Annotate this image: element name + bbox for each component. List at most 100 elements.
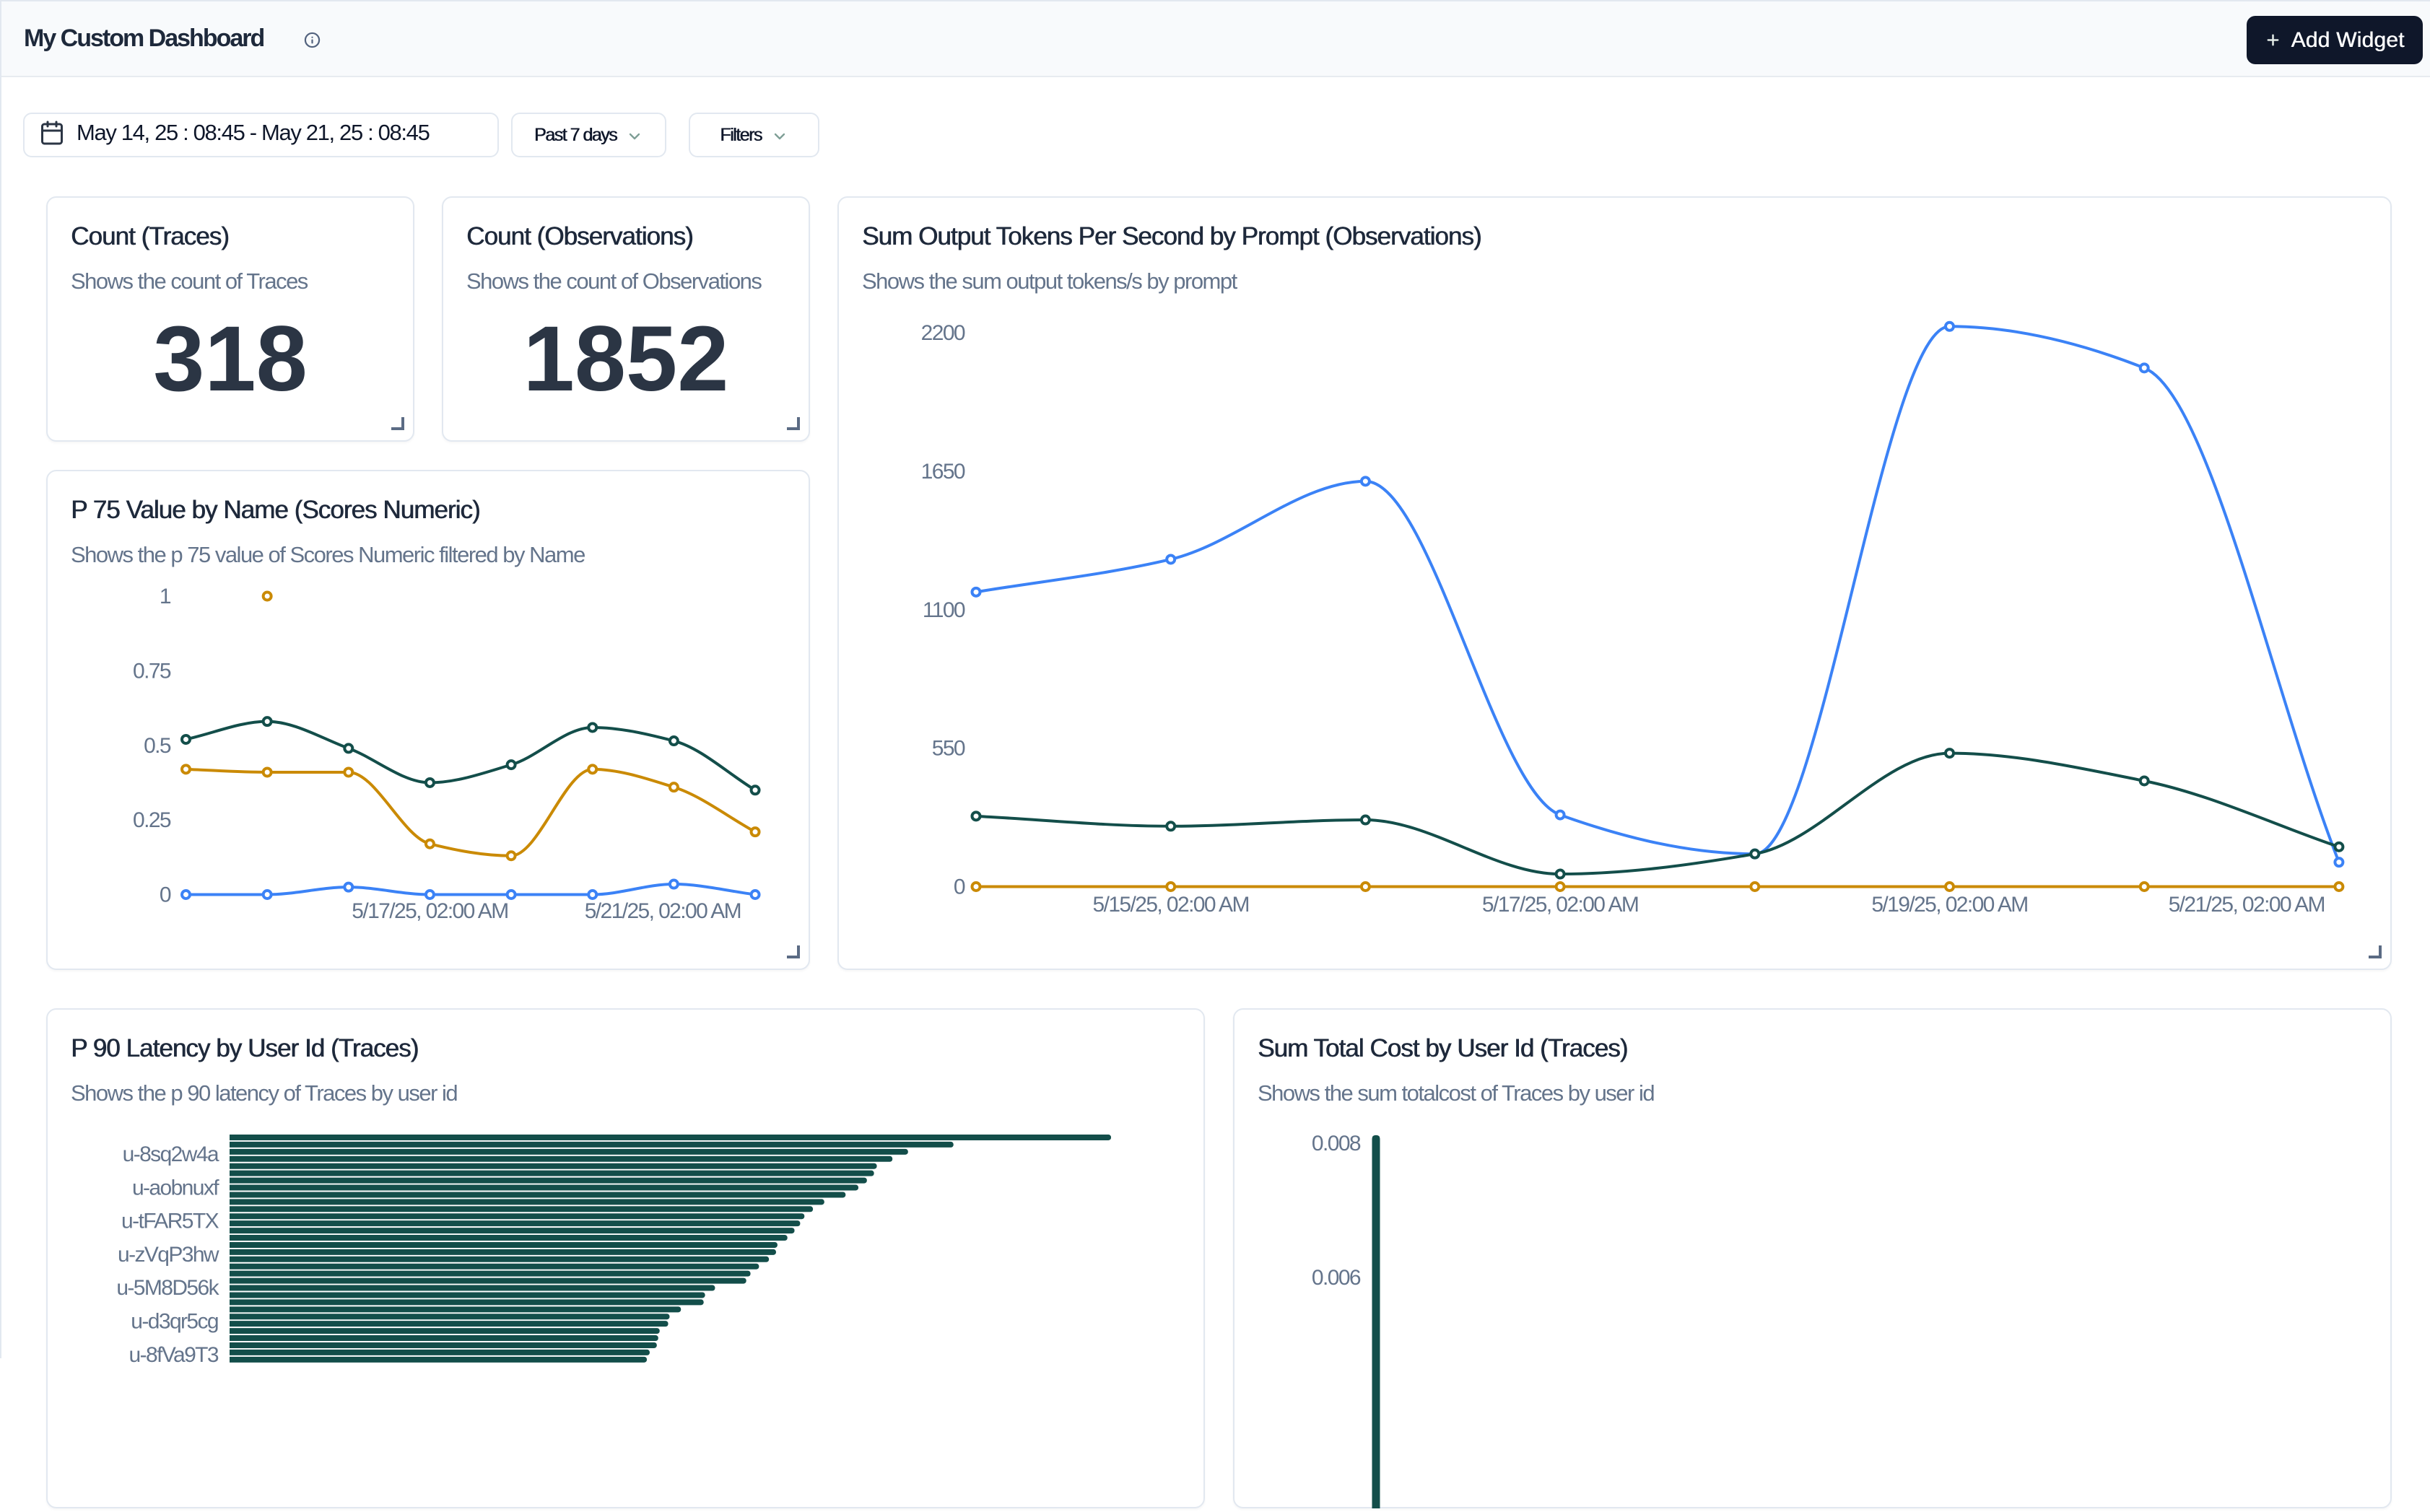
big-number-value: 1852 (443, 313, 809, 406)
data-point-marker (508, 891, 515, 899)
latency-bar (230, 1249, 776, 1255)
latency-bar (230, 1278, 746, 1284)
latency-bar (230, 1292, 705, 1298)
widget-title: Count (Traces) (71, 222, 390, 251)
date-preset-dropdown[interactable]: Past 7 days (511, 113, 666, 157)
category-tick-label: u-tFAR5TX (121, 1210, 219, 1233)
filters-dropdown[interactable]: Filters (689, 113, 819, 157)
line-chart-svg: 10.750.50.2505/17/25, 02:00 AM5/21/25, 0… (46, 470, 810, 970)
data-point-marker (508, 761, 515, 769)
date-range-picker[interactable]: May 14, 25 : 08:45 - May 21, 25 : 08:45 (23, 113, 499, 157)
x-axis-tick-label: 5/15/25, 02:00 AM (1093, 893, 1249, 917)
data-point-marker (588, 891, 596, 899)
resize-handle-icon[interactable] (390, 416, 404, 430)
latency-bar (230, 1271, 751, 1277)
p75-line-chart[interactable]: 10.750.50.2505/17/25, 02:00 AM5/21/25, 0… (46, 470, 810, 974)
resize-handle-icon[interactable] (785, 416, 800, 430)
category-tick-label: u-aobnuxf (132, 1176, 219, 1199)
data-point-marker (1946, 749, 1954, 757)
category-tick-label: u-8fVa9T3 (129, 1343, 219, 1367)
resize-handle-icon[interactable] (2367, 944, 2382, 958)
widget-count-traces: Count (Traces) Shows the count of Traces… (46, 196, 414, 442)
widget-total-cost: Sum Total Cost by User Id (Traces) Shows… (1233, 1008, 2392, 1508)
data-point-marker (2141, 777, 2148, 785)
y-axis-tick-label: 2200 (921, 321, 965, 345)
tokens-line-chart[interactable]: 22001650110055005/15/25, 02:00 AM5/17/25… (837, 196, 2392, 974)
data-point-marker (264, 717, 271, 725)
data-point-marker (972, 588, 980, 596)
y-axis-tick-label: 0.5 (144, 734, 171, 758)
data-point-marker (1167, 822, 1175, 830)
latency-bar (230, 1299, 704, 1305)
date-preset-value: Past 7 days (534, 125, 617, 146)
outlier-point-marker (264, 593, 271, 600)
card-header: Count (Traces) Shows the count of Traces (48, 198, 413, 295)
x-axis-tick-label: 5/21/25, 02:00 AM (2169, 893, 2325, 917)
x-axis-tick-label: 5/17/25, 02:00 AM (1482, 893, 1638, 917)
latency-bar (230, 1235, 788, 1241)
data-point-marker (752, 828, 759, 836)
page-header: My Custom Dashboard Add Widget (0, 1, 2430, 77)
latency-bar (230, 1178, 867, 1184)
category-tick-label: u-8sq2w4a (123, 1142, 219, 1166)
latency-bar (230, 1264, 759, 1270)
resize-handle-icon[interactable] (785, 944, 800, 958)
y-axis-tick-label: 0.008 (1312, 1132, 1361, 1155)
latency-bar (230, 1185, 858, 1191)
date-range-value: May 14, 25 : 08:45 - May 21, 25 : 08:45 (77, 120, 429, 146)
data-point-marker (344, 883, 352, 891)
p90-latency-bar-chart[interactable]: u-8sq2w4au-aobnuxfu-tFAR5TXu-zVqP3hwu-5M… (46, 1008, 1205, 1512)
data-point-marker (1167, 555, 1175, 563)
data-point-marker (1556, 883, 1564, 891)
data-point-marker (182, 765, 190, 773)
latency-bar (230, 1306, 681, 1312)
line-series-blue (976, 326, 2339, 862)
data-point-marker (2141, 883, 2148, 891)
widget-p90-latency: P 90 Latency by User Id (Traces) Shows t… (46, 1008, 1205, 1508)
category-tick-label: u-5M8D56k (116, 1276, 219, 1300)
info-icon[interactable] (304, 32, 321, 48)
data-point-marker (182, 735, 190, 743)
y-axis-tick-label: 0.25 (133, 808, 171, 832)
line-series-teal (976, 753, 2339, 874)
latency-bar (230, 1163, 877, 1169)
latency-bar (230, 1171, 874, 1176)
latency-bar (230, 1156, 892, 1162)
latency-bar (230, 1135, 1111, 1140)
y-axis-tick-label: 0.006 (1312, 1266, 1361, 1290)
page-title: My Custom Dashboard (24, 25, 264, 53)
add-widget-button[interactable]: Add Widget (2247, 16, 2423, 64)
latency-bar (230, 1220, 800, 1226)
data-point-marker (588, 723, 596, 731)
y-axis-tick-label: 0 (160, 883, 171, 907)
cost-bar (1372, 1135, 1380, 1508)
latency-bar (230, 1257, 769, 1262)
card-header: Count (Observations) Shows the count of … (443, 198, 809, 295)
bar-chart-svg: 0.008 0.006 (1233, 1008, 2392, 1508)
data-point-marker (2335, 843, 2343, 851)
total-cost-bar-chart[interactable]: 0.008 0.006 (1233, 1008, 2392, 1512)
data-point-marker (2335, 858, 2343, 866)
data-point-marker (1751, 850, 1759, 858)
data-point-marker (2335, 883, 2343, 891)
latency-bar (230, 1285, 715, 1291)
widget-p75-scores: P 75 Value by Name (Scores Numeric) Show… (46, 470, 810, 970)
latency-bar (230, 1192, 845, 1197)
x-axis-tick-label: 5/17/25, 02:00 AM (352, 899, 508, 923)
data-point-marker (1167, 883, 1175, 891)
widget-subtitle: Shows the count of Observations (466, 268, 785, 295)
big-number-value: 318 (48, 313, 413, 406)
latency-bar (230, 1342, 657, 1348)
data-point-marker (1362, 883, 1369, 891)
plus-icon (2265, 32, 2281, 48)
data-point-marker (1946, 883, 1954, 891)
chevron-down-icon (771, 128, 788, 145)
latency-bar (230, 1149, 908, 1155)
data-point-marker (344, 744, 352, 752)
line-series-gold (186, 769, 756, 856)
data-point-marker (344, 768, 352, 776)
latency-bar (230, 1242, 778, 1248)
widget-tokens-per-second: Sum Output Tokens Per Second by Prompt (… (837, 196, 2392, 970)
y-axis-tick-label: 550 (932, 737, 965, 761)
data-point-marker (1362, 477, 1369, 485)
